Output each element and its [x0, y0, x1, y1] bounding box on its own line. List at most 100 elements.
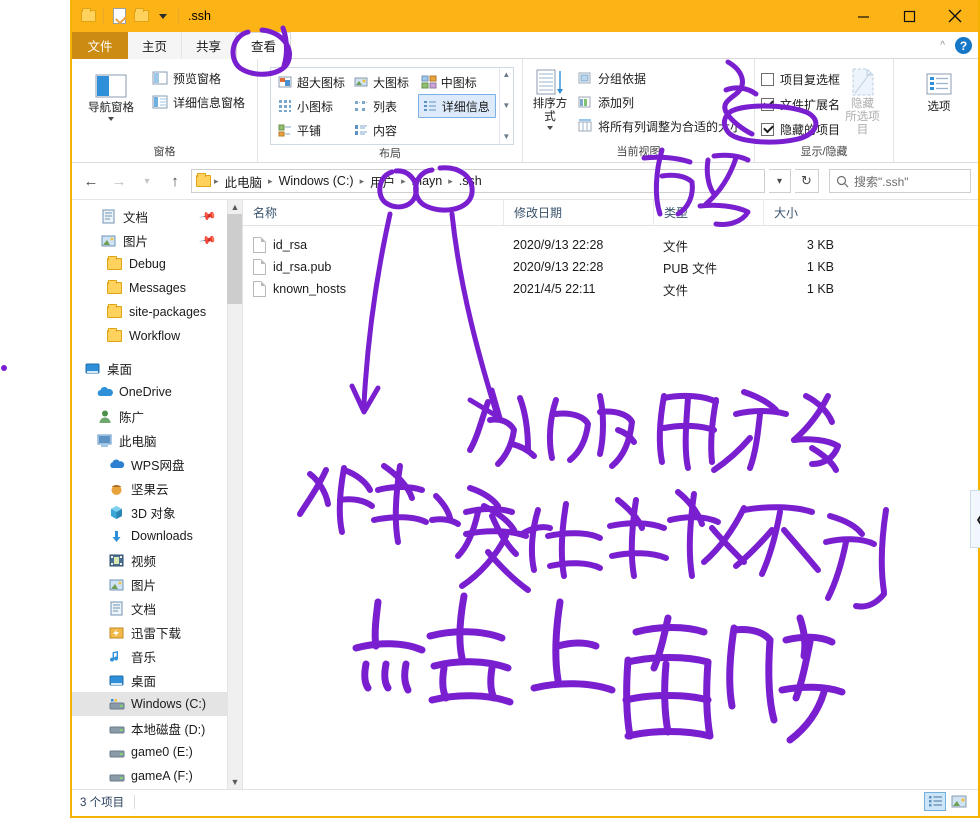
checkbox-box[interactable] [761, 97, 774, 111]
tree-item-pictures[interactable]: 图片 📌 [72, 228, 227, 252]
preview-pane-expander[interactable]: ❮ [970, 490, 980, 548]
breadcrumb-users[interactable]: 用户 [366, 172, 399, 191]
breadcrumb-ssh[interactable]: .ssh [455, 174, 486, 188]
sort-by-icon [533, 67, 567, 97]
breadcrumb-mayn[interactable]: mayn [408, 174, 447, 188]
up-arrow-icon[interactable]: ↑ [163, 169, 187, 193]
tree-item-label: 桌面 [107, 362, 133, 377]
tab-share[interactable]: 共享 [182, 32, 237, 59]
close-icon[interactable] [932, 0, 978, 32]
minimize-icon[interactable] [840, 0, 886, 32]
view-option-details[interactable]: 详细信息 [417, 94, 496, 118]
maximize-icon[interactable] [886, 0, 932, 32]
tree-item-onedrive[interactable]: OneDrive [72, 380, 227, 404]
breadcrumb-windows-c[interactable]: Windows (C:) [275, 174, 358, 188]
tree-item-pictures-pc[interactable]: 图片 [72, 572, 227, 596]
folder-icon[interactable] [78, 5, 98, 27]
column-header-modified[interactable]: 修改日期 [503, 199, 653, 226]
system-drive-icon [108, 696, 125, 713]
checkbox-box[interactable] [761, 122, 774, 136]
tree-item-thunder-download[interactable]: 迅雷下载 [72, 620, 227, 644]
details-pane-button[interactable]: 详细信息窗格 [148, 91, 249, 113]
scrollbar-thumb[interactable] [227, 214, 242, 304]
tree-item-wps-cloud[interactable]: WPS网盘 [72, 452, 227, 476]
options-button[interactable]: 选项 [908, 68, 970, 114]
navigation-pane-button[interactable]: 导航窗格 [80, 69, 142, 121]
tree-item-user-chenguang[interactable]: 陈广 [72, 404, 227, 428]
column-header-size[interactable]: 大小 [763, 199, 848, 226]
content-view-icon [355, 125, 368, 135]
help-icon[interactable]: ? [955, 37, 972, 54]
table-row[interactable]: id_rsa 2020/9/13 22:28 文件 3 KB [243, 234, 978, 256]
view-option-medium-icons[interactable]: 中图标 [418, 70, 496, 94]
table-row[interactable]: id_rsa.pub 2020/9/13 22:28 PUB 文件 1 KB [243, 256, 978, 278]
group-by-button[interactable]: 分组依据 [573, 67, 746, 89]
scroll-down-icon[interactable]: ▼ [231, 775, 240, 789]
tree-item-3d-objects[interactable]: 3D 对象 [72, 500, 227, 524]
sort-by-button[interactable]: 排序方式 [531, 65, 569, 130]
refresh-icon[interactable]: ↻ [795, 169, 819, 193]
tree-item-videos[interactable]: 视频 [72, 548, 227, 572]
preview-pane-button[interactable]: 预览窗格 [148, 67, 249, 89]
view-option-small-icons[interactable]: 小图标 [274, 94, 350, 118]
navigation-pane-scrollbar[interactable]: ▲ ▼ [227, 200, 242, 789]
breadcrumb-this-pc[interactable]: 此电脑 [221, 172, 267, 191]
checkbox-hidden-items[interactable]: 隐藏的项目 [761, 118, 840, 140]
large-icons-view-icon [951, 795, 967, 808]
tree-item-label: 迅雷下载 [131, 626, 182, 641]
tree-item-debug[interactable]: Debug [72, 252, 227, 276]
tab-home[interactable]: 主页 [128, 32, 183, 59]
chevron-down-icon[interactable]: ▾ [769, 169, 791, 193]
tab-file[interactable]: 文件 [72, 32, 128, 59]
tree-item-windows-c[interactable]: Windows (C:) [72, 692, 227, 716]
tree-item-desktop-pc[interactable]: 桌面 [72, 668, 227, 692]
pin-icon[interactable]: 📌 [199, 207, 218, 226]
ribbon-group-label-show-hide: 显示/隐藏 [800, 146, 848, 158]
checkbox-item-checkboxes[interactable]: 项目复选框 [761, 68, 840, 90]
checkbox-file-extensions[interactable]: 文件扩展名 [761, 93, 840, 115]
tree-item-local-disk-d[interactable]: 本地磁盘 (D:) [72, 716, 227, 740]
tree-item-documents-pc[interactable]: 文档 [72, 596, 227, 620]
chevron-down-icon[interactable] [546, 126, 553, 130]
tab-view[interactable]: 查看 [236, 32, 292, 59]
column-header-name[interactable]: 名称 [243, 200, 503, 226]
tree-item-site-packages[interactable]: site-packages [72, 300, 227, 324]
checkbox-box[interactable] [761, 72, 774, 86]
tree-item-downloads[interactable]: Downloads [72, 524, 227, 548]
scroll-down-icon[interactable]: ▼ [502, 102, 510, 110]
view-option-large-icons[interactable]: 大图标 [350, 70, 418, 94]
column-header-type[interactable]: 类型 [653, 199, 763, 226]
back-arrow-icon[interactable]: ← [79, 169, 103, 193]
breadcrumb[interactable]: ▸ 此电脑 ▸ Windows (C:) ▸ 用户 ▸ mayn ▸ .ssh [191, 169, 765, 193]
customize-chevron-icon[interactable] [153, 5, 173, 27]
tree-item-this-pc[interactable]: 此电脑 [72, 428, 227, 452]
expand-gallery-icon[interactable]: ▼ [502, 133, 510, 141]
new-folder-icon[interactable] [131, 5, 151, 27]
properties-icon[interactable] [109, 5, 129, 27]
add-columns-button[interactable]: 添加列 [573, 91, 746, 113]
forward-arrow-icon[interactable]: → [107, 169, 131, 193]
tree-item-game0-e[interactable]: game0 (E:) [72, 740, 227, 764]
search-input[interactable]: 搜索".ssh" [829, 169, 971, 193]
view-option-content[interactable]: 内容 [350, 118, 418, 142]
large-icons-view-toggle[interactable] [948, 792, 970, 811]
view-option-extra-large-icons[interactable]: 超大图标 [274, 70, 350, 94]
size-all-columns-button[interactable]: 将所有列调整为合适的大小 [573, 115, 746, 137]
view-option-tiles[interactable]: 平铺 [274, 118, 350, 142]
view-option-list[interactable]: 列表 [350, 94, 418, 118]
details-view-toggle[interactable] [924, 792, 946, 811]
tree-item-desktop-quick[interactable]: 桌面 [72, 356, 227, 380]
tree-item-messages[interactable]: Messages [72, 276, 227, 300]
tree-item-documents[interactable]: 文档 📌 [72, 204, 227, 228]
tree-item-workflow[interactable]: Workflow [72, 324, 227, 348]
scroll-up-icon[interactable]: ▲ [231, 200, 240, 214]
scroll-up-icon[interactable]: ▲ [502, 71, 510, 79]
pin-icon[interactable]: 📌 [199, 231, 218, 250]
recent-locations-icon[interactable]: ▾ [135, 169, 159, 193]
tree-item-gamea-f[interactable]: gameA (F:) [72, 764, 227, 788]
tree-item-nutstore[interactable]: 坚果云 [72, 476, 227, 500]
tree-item-music[interactable]: 音乐 [72, 644, 227, 668]
chevron-up-icon[interactable]: ^ [940, 40, 945, 51]
chevron-down-icon[interactable] [108, 117, 114, 121]
table-row[interactable]: known_hosts 2021/4/5 22:11 文件 1 KB [243, 278, 978, 300]
